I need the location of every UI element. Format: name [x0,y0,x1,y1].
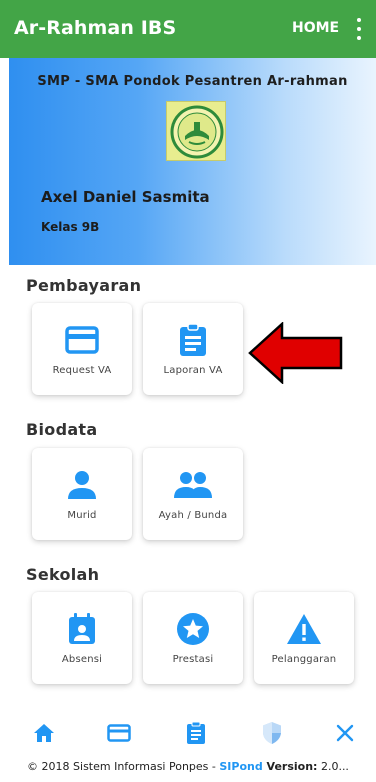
pelanggaran-tile[interactable]: Pelanggaran [254,592,354,684]
laporan-va-tile[interactable]: Laporan VA [143,303,243,395]
student-class: Kelas 9B [41,220,100,234]
pointer-arrow-icon [248,322,343,384]
section-title-biodata: Biodata [26,420,98,439]
request-va-tile[interactable]: Request VA [32,303,132,395]
murid-label: Murid [67,510,97,521]
murid-tile[interactable]: Murid [32,448,132,540]
absensi-tile[interactable]: Absensi [32,592,132,684]
footer-version: 2.0... [317,760,349,773]
close-icon[interactable] [330,720,360,746]
ayah-bunda-tile[interactable]: Ayah / Bunda [143,448,243,540]
footer-copyright: © 2018 Sistem Informasi Ponpes - [27,760,220,773]
footer-brand-link[interactable]: SIPond [219,760,262,773]
school-name: SMP - SMA Pondok Pesantren Ar-rahman [37,74,348,89]
student-name: Axel Daniel Sasmita [41,188,210,206]
section-title-pembayaran: Pembayaran [26,276,142,295]
shield-icon[interactable] [257,720,287,746]
more-vert-icon[interactable] [352,18,366,40]
calendar-person-icon [32,612,132,646]
school-logo [166,101,226,161]
credit-card-icon[interactable] [104,720,134,746]
ayah-bunda-label: Ayah / Bunda [158,510,228,521]
home-button[interactable]: HOME [292,20,339,36]
bottom-nav [0,712,376,756]
credit-card-icon [32,323,132,357]
prestasi-tile[interactable]: Prestasi [143,592,243,684]
people-icon [143,468,243,502]
laporan-va-label: Laporan VA [163,365,223,376]
home-icon[interactable] [29,720,59,746]
absensi-label: Absensi [61,654,103,665]
prestasi-label: Prestasi [172,654,214,665]
profile-header: SMP - SMA Pondok Pesantren Ar-rahman Axe… [9,58,376,265]
request-va-label: Request VA [52,365,112,376]
app-title: Ar-Rahman IBS [14,17,177,39]
footer-version-label: Version: [262,760,318,773]
footer: © 2018 Sistem Informasi Ponpes - SIPond … [0,760,376,773]
clipboard-icon[interactable] [181,720,211,746]
pelanggaran-label: Pelanggaran [271,654,337,665]
person-icon [32,468,132,502]
section-title-sekolah: Sekolah [26,565,100,584]
app-bar: Ar-Rahman IBS HOME [0,0,376,58]
star-icon [143,612,243,646]
clipboard-icon [143,323,243,357]
warning-icon [254,612,354,646]
